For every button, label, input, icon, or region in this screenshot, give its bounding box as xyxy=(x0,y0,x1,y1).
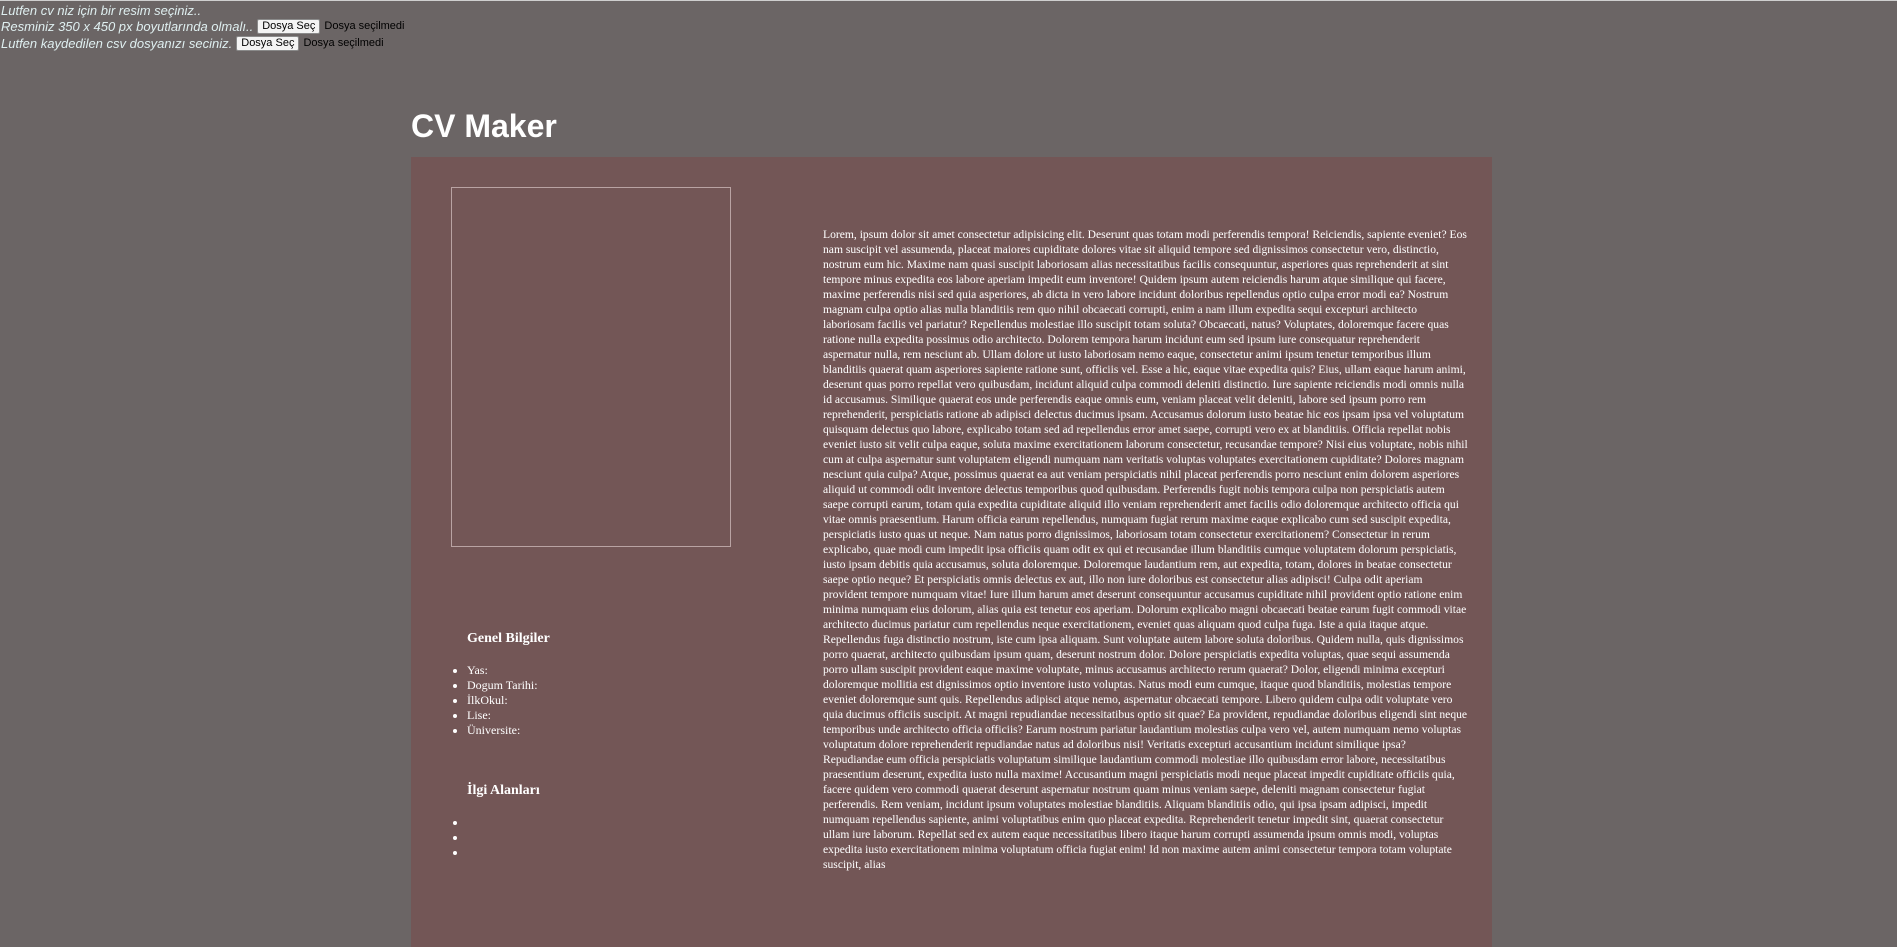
list-item xyxy=(453,845,470,860)
interests-list xyxy=(453,815,470,860)
list-item: Yas: xyxy=(453,663,538,678)
list-item xyxy=(453,830,470,845)
csv-prompt-label: Lutfen kaydedilen csv dosyanızı seciniz. xyxy=(1,35,233,51)
photo-upload-row: Resminiz 350 x 450 px boyutlarında olmal… xyxy=(1,18,404,34)
photo-prompt-label: Lutfen cv niz için bir resim seçiniz.. xyxy=(1,2,202,18)
list-item: Lise: xyxy=(453,708,538,723)
photo-file-status: Dosya seçilmedi xyxy=(324,20,405,32)
csv-file-status: Dosya seçilmedi xyxy=(303,37,384,49)
interests-title: İlgi Alanları xyxy=(467,783,540,798)
csv-upload-row: Lutfen kaydedilen csv dosyanızı seciniz.… xyxy=(1,35,384,51)
photo-prompt-row: Lutfen cv niz için bir resim seçiniz.. xyxy=(1,2,201,18)
top-border xyxy=(0,0,1897,1)
photo-size-label: Resminiz 350 x 450 px boyutlarında olmal… xyxy=(1,18,254,34)
general-info-list: Yas: Dogum Tarihi: İlkOkul: Lise: Üniver… xyxy=(453,663,538,738)
cv-card: Genel Bilgiler Yas: Dogum Tarihi: İlkOku… xyxy=(411,157,1492,947)
photo-file-button[interactable]: Dosya Seç xyxy=(257,18,321,34)
list-item: İlkOkul: xyxy=(453,693,538,708)
csv-file-button[interactable]: Dosya Seç xyxy=(236,35,300,51)
page-title: CV Maker xyxy=(411,108,557,144)
cv-body-text: Lorem, ipsum dolor sit amet consectetur … xyxy=(823,228,1468,871)
general-info-title: Genel Bilgiler xyxy=(467,631,550,646)
list-item: Üniversite: xyxy=(453,723,538,738)
list-item xyxy=(453,815,470,830)
list-item: Dogum Tarihi: xyxy=(453,678,538,692)
photo-placeholder xyxy=(451,187,731,547)
